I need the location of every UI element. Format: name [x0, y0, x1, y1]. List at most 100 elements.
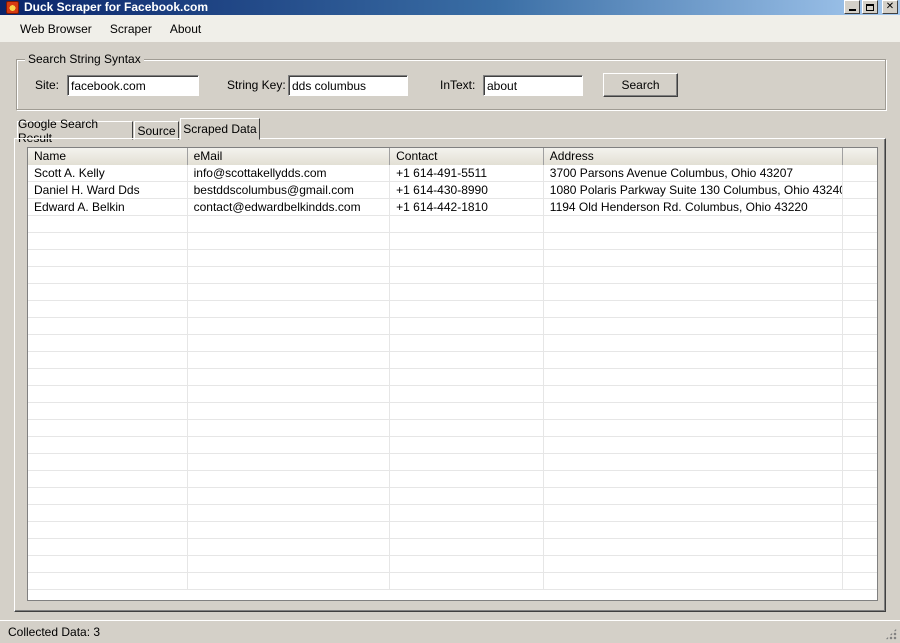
menu-web-browser[interactable]: Web Browser	[11, 22, 101, 36]
table-row[interactable]	[28, 301, 877, 318]
table-cell[interactable]	[544, 250, 844, 267]
table-row[interactable]	[28, 420, 877, 437]
table-cell[interactable]	[28, 250, 188, 267]
table-cell[interactable]: +1 614-491-5511	[390, 165, 544, 182]
table-cell[interactable]	[28, 318, 188, 335]
site-input[interactable]	[67, 75, 199, 96]
table-cell[interactable]	[188, 250, 391, 267]
table-row[interactable]	[28, 352, 877, 369]
table-cell[interactable]	[28, 352, 188, 369]
table-cell[interactable]	[390, 335, 544, 352]
table-cell[interactable]: 1080 Polaris Parkway Suite 130 Columbus,…	[544, 182, 844, 199]
table-cell[interactable]	[28, 471, 188, 488]
search-button[interactable]: Search	[603, 73, 678, 97]
table-cell[interactable]	[188, 488, 391, 505]
table-cell[interactable]	[28, 301, 188, 318]
column-header-email[interactable]: eMail	[187, 148, 391, 165]
table-cell[interactable]	[390, 318, 544, 335]
menu-scraper[interactable]: Scraper	[101, 22, 161, 36]
table-cell[interactable]: 1194 Old Henderson Rd. Columbus, Ohio 43…	[544, 199, 844, 216]
table-cell[interactable]	[544, 471, 844, 488]
table-row[interactable]	[28, 471, 877, 488]
table-cell[interactable]	[188, 539, 391, 556]
table-cell[interactable]: +1 614-442-1810	[390, 199, 544, 216]
table-row[interactable]	[28, 454, 877, 471]
table-cell[interactable]	[390, 403, 544, 420]
table-cell[interactable]: +1 614-430-8990	[390, 182, 544, 199]
table-row[interactable]: Daniel H. Ward Dds bestddscolumbus@gmail.…	[28, 182, 877, 199]
table-cell[interactable]	[28, 420, 188, 437]
table-cell[interactable]	[28, 573, 188, 590]
table-row[interactable]	[28, 403, 877, 420]
table-cell[interactable]	[544, 369, 844, 386]
table-cell[interactable]	[390, 437, 544, 454]
table-cell[interactable]	[28, 284, 188, 301]
table-cell[interactable]	[390, 539, 544, 556]
table-cell[interactable]	[188, 335, 391, 352]
table-cell[interactable]: info@scottakellydds.com	[188, 165, 391, 182]
table-row[interactable]	[28, 505, 877, 522]
table-cell[interactable]	[188, 505, 391, 522]
table-cell[interactable]	[390, 267, 544, 284]
table-cell[interactable]	[544, 437, 844, 454]
string-key-input[interactable]	[288, 75, 408, 96]
table-cell[interactable]	[28, 488, 188, 505]
table-cell[interactable]: 3700 Parsons Avenue Columbus, Ohio 43207	[544, 165, 844, 182]
table-cell[interactable]	[188, 573, 391, 590]
table-cell[interactable]	[544, 539, 844, 556]
table-cell[interactable]	[188, 386, 391, 403]
table-cell[interactable]	[28, 369, 188, 386]
table-cell[interactable]	[390, 250, 544, 267]
table-cell[interactable]	[28, 539, 188, 556]
table-cell[interactable]	[544, 403, 844, 420]
table-cell[interactable]	[188, 318, 391, 335]
table-cell[interactable]	[28, 386, 188, 403]
table-cell[interactable]	[544, 573, 844, 590]
table-cell[interactable]	[390, 471, 544, 488]
table-cell[interactable]	[188, 403, 391, 420]
maximize-button[interactable]	[862, 0, 878, 14]
table-cell[interactable]	[390, 369, 544, 386]
table-cell[interactable]	[188, 437, 391, 454]
column-header-address[interactable]: Address	[543, 148, 844, 165]
table-cell[interactable]: Edward A. Belkin	[28, 199, 188, 216]
tab-scraped-data[interactable]: Scraped Data	[180, 118, 260, 140]
table-cell[interactable]	[188, 216, 391, 233]
table-cell[interactable]	[28, 403, 188, 420]
table-cell[interactable]: contact@edwardbelkindds.com	[188, 199, 391, 216]
table-cell[interactable]	[544, 522, 844, 539]
table-cell[interactable]	[28, 233, 188, 250]
table-row[interactable]: Scott A. Kelly info@scottakellydds.com +1 …	[28, 165, 877, 182]
table-cell[interactable]	[28, 335, 188, 352]
table-cell[interactable]	[188, 556, 391, 573]
table-cell[interactable]	[188, 369, 391, 386]
table-cell[interactable]	[28, 267, 188, 284]
table-row[interactable]	[28, 539, 877, 556]
table-cell[interactable]	[28, 454, 188, 471]
menu-about[interactable]: About	[161, 22, 210, 36]
table-row[interactable]	[28, 335, 877, 352]
table-cell[interactable]	[544, 488, 844, 505]
table-cell[interactable]: bestddscolumbus@gmail.com	[188, 182, 391, 199]
table-cell[interactable]	[544, 335, 844, 352]
table-cell[interactable]	[390, 556, 544, 573]
scraped-data-grid[interactable]: Name eMail Contact Address Scott A. Kell…	[27, 147, 878, 601]
table-cell[interactable]	[544, 386, 844, 403]
table-cell[interactable]	[544, 556, 844, 573]
table-cell[interactable]	[188, 420, 391, 437]
table-cell[interactable]	[390, 301, 544, 318]
table-cell[interactable]: Daniel H. Ward Dds	[28, 182, 188, 199]
table-cell[interactable]	[188, 454, 391, 471]
table-row[interactable]	[28, 522, 877, 539]
table-cell[interactable]	[544, 284, 844, 301]
table-row[interactable]	[28, 573, 877, 590]
table-cell[interactable]	[28, 522, 188, 539]
table-cell[interactable]	[544, 420, 844, 437]
minimize-button[interactable]	[844, 0, 860, 14]
table-cell[interactable]	[188, 284, 391, 301]
table-cell[interactable]	[390, 505, 544, 522]
table-cell[interactable]	[544, 318, 844, 335]
table-cell[interactable]	[544, 216, 844, 233]
table-cell[interactable]	[188, 352, 391, 369]
column-header-name[interactable]: Name	[28, 148, 188, 165]
